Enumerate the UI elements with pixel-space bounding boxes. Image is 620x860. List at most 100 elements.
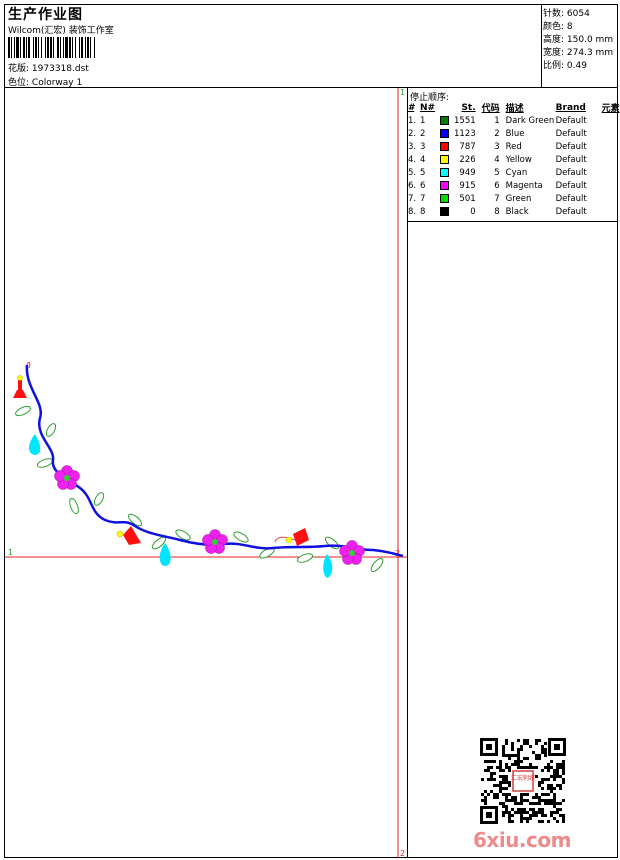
design-label: 花版: bbox=[8, 64, 30, 74]
row-brand: Default bbox=[555, 180, 587, 191]
color-swatch-box bbox=[440, 128, 449, 138]
table-row: 5. 5 949 5 Cyan Default bbox=[408, 166, 620, 179]
company-name: Wilcom(汇宏) 装饰工作室 bbox=[8, 26, 114, 36]
row-description: Dark Green bbox=[505, 115, 555, 126]
color-swatch-box bbox=[440, 193, 449, 203]
row-number: 6 bbox=[420, 180, 426, 191]
row-index: 5. bbox=[408, 167, 417, 178]
color-swatch bbox=[440, 140, 454, 153]
vine-stitch bbox=[25, 364, 404, 558]
seal-stamp: 汇宏刺绣 bbox=[511, 769, 535, 793]
row-description: Magenta bbox=[505, 180, 543, 191]
row-description: Blue bbox=[505, 128, 525, 139]
magenta-flowers bbox=[54, 465, 365, 565]
row-code: 4 bbox=[494, 154, 500, 165]
table-bottom-rule bbox=[408, 221, 618, 222]
barcode bbox=[8, 37, 95, 58]
color-swatch bbox=[440, 179, 454, 192]
row-code: 3 bbox=[494, 141, 500, 152]
color-swatch bbox=[440, 205, 454, 218]
colorway-label: 色位: bbox=[8, 78, 30, 88]
table-row: 1. 1 1551 1 Dark Green Default bbox=[408, 114, 620, 127]
color-swatch-box bbox=[440, 180, 449, 190]
design-file: 1973318.dst bbox=[31, 64, 89, 74]
row-stitches: 915 bbox=[459, 180, 476, 191]
design-file-line: 花版: 1973318.dst bbox=[8, 61, 89, 74]
marker-left: 1 bbox=[8, 548, 13, 557]
row-code: 7 bbox=[494, 193, 500, 204]
row-code: 8 bbox=[494, 206, 500, 217]
row-element bbox=[592, 127, 620, 140]
colorway-line: 色位: Colorway 1 bbox=[8, 75, 82, 88]
table-row: 2. 2 1123 2 Blue Default bbox=[408, 127, 620, 140]
color-swatch-box bbox=[440, 154, 449, 164]
row-code: 5 bbox=[494, 167, 500, 178]
row-index: 2. bbox=[408, 128, 417, 139]
row-description: Yellow bbox=[505, 154, 532, 165]
row-description: Green bbox=[505, 193, 532, 204]
marker-bottom: 2 bbox=[400, 849, 405, 858]
row-brand: Default bbox=[555, 167, 587, 178]
row-element bbox=[592, 140, 620, 153]
color-swatch bbox=[440, 153, 454, 166]
color-swatch-box bbox=[440, 141, 449, 151]
header-vertical-divider bbox=[541, 4, 542, 88]
color-swatch bbox=[440, 166, 454, 179]
row-element bbox=[592, 166, 620, 179]
color-swatch-box bbox=[440, 167, 449, 177]
svg-text:汇宏刺绣: 汇宏刺绣 bbox=[511, 774, 535, 782]
qr-code: 汇宏刺绣 bbox=[480, 738, 566, 824]
row-index: 7. bbox=[408, 193, 417, 204]
row-stitches: 949 bbox=[459, 167, 476, 178]
row-index: 8. bbox=[408, 206, 417, 217]
stat-colors: 颜色: 8 bbox=[543, 22, 573, 32]
stat-stitches: 针数: 6054 bbox=[543, 9, 590, 19]
row-index: 6. bbox=[408, 180, 417, 191]
row-stitches: 226 bbox=[459, 154, 476, 165]
marker-top: 1 bbox=[400, 88, 405, 97]
design-canvas[interactable]: 1 2 1 2 bbox=[5, 88, 407, 858]
row-number: 4 bbox=[420, 154, 426, 165]
row-element bbox=[592, 192, 620, 205]
site-logo: 6xiu.com bbox=[473, 828, 571, 852]
row-stitches: 1551 bbox=[454, 115, 476, 126]
table-header: # N# St. 代码 描述 Brand 元素 bbox=[408, 102, 620, 115]
table-row: 8. 8 0 8 Black Default bbox=[408, 205, 620, 218]
color-swatch-box bbox=[440, 206, 449, 216]
sheet-title: 生产作业图 bbox=[8, 7, 83, 23]
colorway-value: Colorway 1 bbox=[31, 78, 83, 88]
row-number: 5 bbox=[420, 167, 426, 178]
row-number: 2 bbox=[420, 128, 426, 139]
row-brand: Default bbox=[555, 128, 587, 139]
red-bell-flowers bbox=[13, 375, 309, 546]
table-row: 3. 3 787 3 Red Default bbox=[408, 140, 620, 153]
row-index: 1. bbox=[408, 115, 417, 126]
row-description: Black bbox=[505, 206, 529, 217]
row-number: 7 bbox=[420, 193, 426, 204]
table-row: 4. 4 226 4 Yellow Default bbox=[408, 153, 620, 166]
color-sequence-table: # N# St. 代码 描述 Brand 元素 1. 1 1551 1 Dark Gre… bbox=[408, 101, 620, 218]
row-brand: Default bbox=[555, 193, 587, 204]
row-brand: Default bbox=[555, 141, 587, 152]
row-brand: Default bbox=[555, 154, 587, 165]
stat-scale: 比例: 0.49 bbox=[543, 61, 587, 71]
row-stitches: 1123 bbox=[454, 128, 476, 139]
row-code: 2 bbox=[494, 128, 500, 139]
row-number: 3 bbox=[420, 141, 426, 152]
row-stitches: 0 bbox=[470, 206, 476, 217]
row-description: Red bbox=[505, 141, 522, 152]
row-number: 8 bbox=[420, 206, 426, 217]
row-number: 1 bbox=[420, 115, 426, 126]
color-swatch bbox=[440, 192, 454, 205]
row-index: 4. bbox=[408, 154, 417, 165]
row-stitches: 787 bbox=[459, 141, 476, 152]
color-swatch bbox=[440, 114, 454, 127]
row-element bbox=[592, 114, 620, 127]
color-swatch-box bbox=[440, 115, 449, 125]
row-element bbox=[592, 179, 620, 192]
row-brand: Default bbox=[555, 115, 587, 126]
table-row: 7. 7 501 7 Green Default bbox=[408, 192, 620, 205]
row-code: 1 bbox=[494, 115, 500, 126]
row-description: Cyan bbox=[505, 167, 528, 178]
row-index: 3. bbox=[408, 141, 417, 152]
